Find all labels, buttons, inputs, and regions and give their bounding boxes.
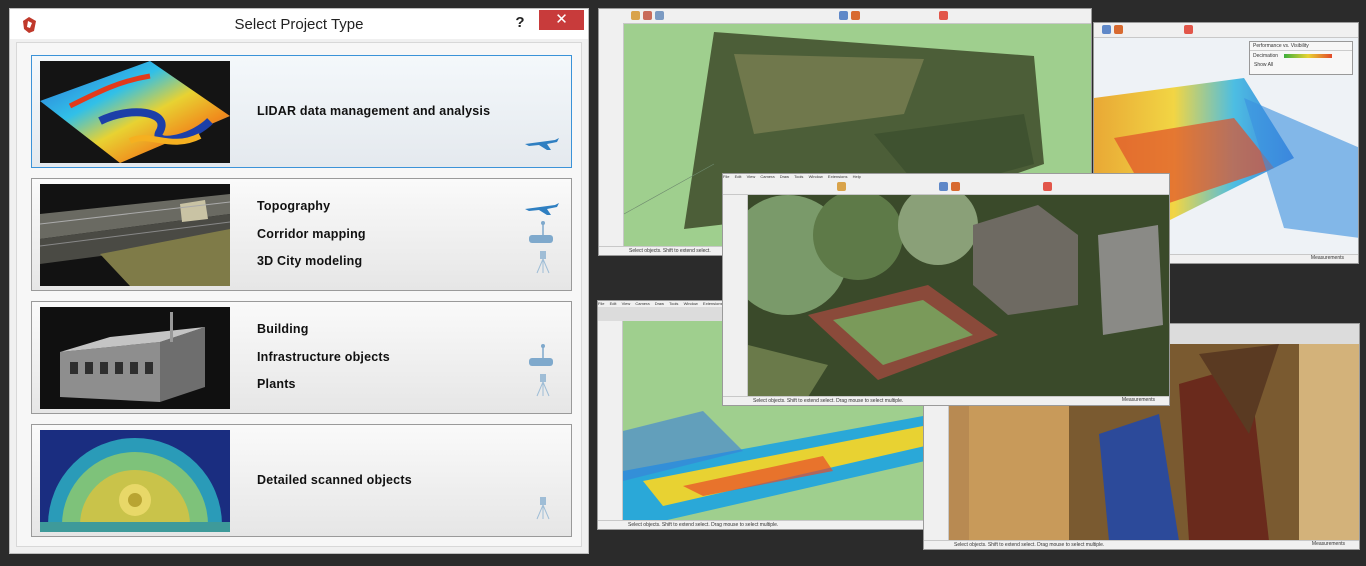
dialog-titlebar: Select Project Type ? ✕ xyxy=(10,9,588,39)
top-toolbar xyxy=(599,9,1091,24)
left-toolbar xyxy=(599,23,624,246)
project-type-label: Detailed scanned objects xyxy=(257,472,412,487)
project-type-label: Topography xyxy=(257,199,331,214)
card-icons xyxy=(525,203,559,274)
menu-item[interactable]: Extensions xyxy=(828,174,848,179)
card-icons xyxy=(529,344,553,397)
airplane-icon xyxy=(525,138,559,150)
building-pointcloud-thumbnail xyxy=(40,307,230,409)
pointcloud-tool-icon[interactable] xyxy=(951,182,960,191)
lidar-heightmap-thumbnail xyxy=(40,61,230,163)
menu-item[interactable]: Camera xyxy=(760,174,774,179)
menu-item[interactable]: Edit xyxy=(735,174,742,179)
menu-item[interactable]: Camera xyxy=(635,301,649,306)
project-type-list: LIDAR data management and analysis Topog… xyxy=(16,42,582,547)
close-button[interactable]: ✕ xyxy=(539,10,584,30)
project-type-label: Corridor mapping xyxy=(257,226,366,241)
menu-item[interactable]: Tools xyxy=(794,174,803,179)
project-type-label: Plants xyxy=(257,377,296,392)
paint-tool-icon[interactable] xyxy=(655,11,664,20)
ornament-scan-thumbnail xyxy=(40,430,230,532)
card-labels: Building Infrastructure objects Plants xyxy=(257,302,390,413)
tripod-scanner-icon xyxy=(536,251,550,274)
menu-item[interactable]: Tools xyxy=(669,301,678,306)
project-type-label: 3D City modeling xyxy=(257,254,363,269)
pointcloud-tool-icon[interactable] xyxy=(851,11,860,20)
menu-item[interactable]: Help xyxy=(853,174,861,179)
pointcloud-tool-icon[interactable] xyxy=(939,182,948,191)
project-type-card-topography[interactable]: Topography Corridor mapping 3D City mode… xyxy=(31,178,572,291)
card-icons xyxy=(536,497,550,520)
menu-item[interactable]: File xyxy=(723,174,729,179)
corridor-pointcloud-thumbnail xyxy=(40,184,230,286)
project-type-label: LIDAR data management and analysis xyxy=(257,103,491,118)
card-labels: LIDAR data management and analysis xyxy=(257,56,490,167)
menu-item[interactable]: View xyxy=(622,301,631,306)
project-type-card-building[interactable]: Building Infrastructure objects Plants xyxy=(31,301,572,414)
project-type-card-detailed-objects[interactable]: Detailed scanned objects xyxy=(31,424,572,537)
left-toolbar xyxy=(723,195,748,396)
select-tool-icon[interactable] xyxy=(837,182,846,191)
performance-panel: Performance vs. Visibility Decimation Sh… xyxy=(1249,41,1353,75)
menu-item[interactable]: Draw xyxy=(780,174,789,179)
select-tool-icon[interactable] xyxy=(631,11,640,20)
project-type-label: Infrastructure objects xyxy=(257,349,390,364)
sketchup-window-ruins: File Edit View Camera Draw Tools Window … xyxy=(722,173,1170,406)
menu-item[interactable]: Window xyxy=(684,301,698,306)
pointcloud-tool-icon[interactable] xyxy=(1114,25,1123,34)
status-bar: Select objects. Shift to extend select. … xyxy=(924,540,1359,549)
project-type-label: Building xyxy=(257,322,309,337)
menu-item[interactable]: Edit xyxy=(610,301,617,306)
tripod-scanner-icon xyxy=(536,497,550,520)
section-tool-icon[interactable] xyxy=(1184,25,1193,34)
show-all-label: Show All xyxy=(1254,62,1274,68)
top-toolbar xyxy=(723,180,1169,195)
project-type-card-lidar[interactable]: LIDAR data management and analysis xyxy=(31,55,572,168)
card-labels: Detailed scanned objects xyxy=(257,425,412,536)
measurements-label: Measurements xyxy=(1311,541,1345,547)
menu-item[interactable]: File xyxy=(598,301,604,306)
select-project-type-dialog: Select Project Type ? ✕ LIDAR data manag… xyxy=(9,8,589,554)
help-button[interactable]: ? xyxy=(510,13,530,33)
status-bar: Select objects. Shift to extend select. … xyxy=(723,396,1169,405)
airplane-icon xyxy=(525,203,559,215)
dialog-title: Select Project Type xyxy=(234,16,364,33)
status-bar: Select objects. Shift to extend select. … xyxy=(598,520,924,529)
measurements-label: Measurements xyxy=(1310,255,1344,261)
menu-item[interactable]: View xyxy=(747,174,756,179)
menu-item[interactable]: Window xyxy=(809,174,823,179)
performance-panel-title: Performance vs. Visibility xyxy=(1250,42,1352,51)
pointcloud-tool-icon[interactable] xyxy=(839,11,848,20)
card-icons xyxy=(525,138,559,150)
measurements-label: Measurements xyxy=(1121,397,1155,403)
pointcloud-tool-icon[interactable] xyxy=(1102,25,1111,34)
decimation-slider[interactable] xyxy=(1284,54,1332,58)
mobile-scanner-car-icon xyxy=(529,344,553,366)
left-toolbar xyxy=(924,404,949,540)
top-toolbar xyxy=(1094,23,1358,38)
section-tool-icon[interactable] xyxy=(1043,182,1052,191)
tripod-scanner-icon xyxy=(536,374,550,397)
section-tool-icon[interactable] xyxy=(939,11,948,20)
menu-item[interactable]: Draw xyxy=(655,301,664,306)
card-labels: Topography Corridor mapping 3D City mode… xyxy=(257,179,366,290)
eraser-tool-icon[interactable] xyxy=(643,11,652,20)
menu-item[interactable]: Extensions xyxy=(703,301,723,306)
left-toolbar xyxy=(598,321,623,520)
ruins-3d-viewport[interactable] xyxy=(748,195,1170,397)
mobile-scanner-car-icon xyxy=(529,221,553,243)
